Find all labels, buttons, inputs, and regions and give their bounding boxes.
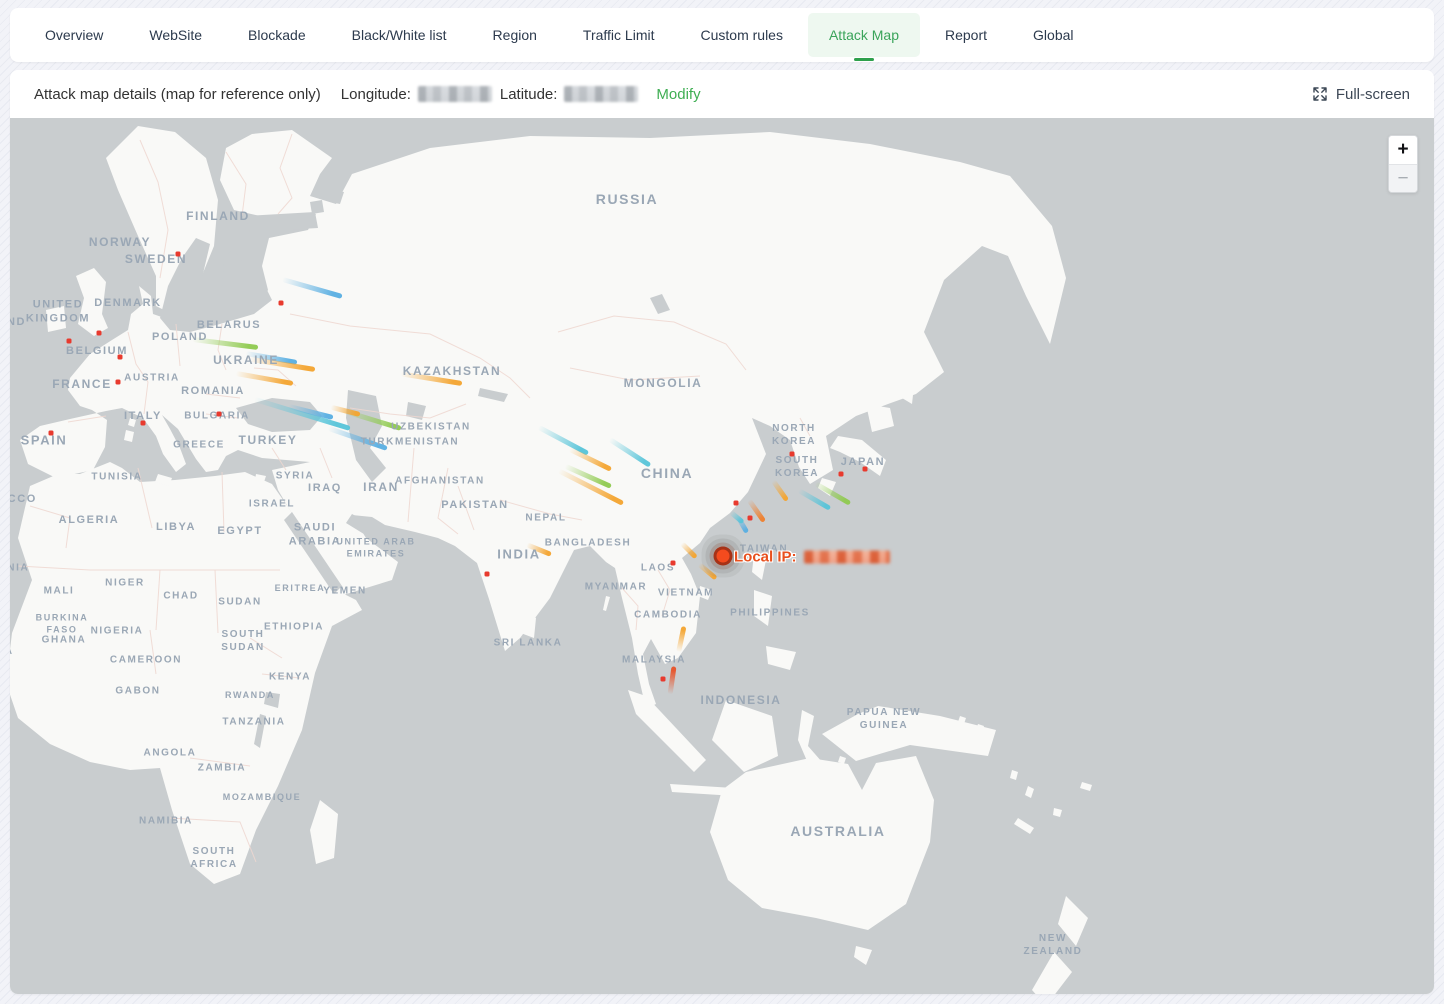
attack-map-page: OverviewWebSiteBlockadeBlack/White listR…	[0, 0, 1444, 1004]
content-card: Attack map details (map for reference on…	[10, 70, 1434, 994]
fullscreen-icon	[1312, 86, 1328, 102]
attack-source-dot	[118, 355, 123, 360]
tab-custom-rules[interactable]: Custom rules	[680, 13, 804, 57]
longitude-value-blurred	[418, 86, 492, 102]
local-ip-label: Local IP:	[734, 549, 797, 566]
attack-source-dot	[49, 431, 54, 436]
attack-source-dot	[839, 472, 844, 477]
tab-blockade[interactable]: Blockade	[227, 13, 327, 57]
attack-source-dot	[67, 339, 72, 344]
latitude-label: Latitude:	[500, 86, 558, 103]
attack-source-dot	[116, 380, 121, 385]
nav-tab-bar: OverviewWebSiteBlockadeBlack/White listR…	[10, 8, 1434, 62]
attack-source-dot	[790, 452, 795, 457]
attack-source-dot	[671, 561, 676, 566]
attack-source-dot	[279, 301, 284, 306]
fullscreen-label: Full-screen	[1336, 86, 1410, 103]
attack-source-dot	[734, 501, 739, 506]
map-zoom-control: + −	[1388, 135, 1418, 193]
latitude-value-blurred	[564, 86, 638, 102]
tab-global[interactable]: Global	[1012, 13, 1094, 57]
tab-report[interactable]: Report	[924, 13, 1008, 57]
attack-source-dot	[217, 412, 222, 417]
tab-traffic-limit[interactable]: Traffic Limit	[562, 13, 676, 57]
modify-link[interactable]: Modify	[656, 86, 700, 103]
attack-source-dot	[661, 677, 666, 682]
map-stage[interactable]: RUSSIAFINLANDNORWAYSWEDENDENMARKUNITED K…	[10, 118, 1434, 994]
local-ip-marker[interactable]	[717, 550, 730, 563]
local-ip-label-group: Local IP:	[734, 549, 890, 566]
longitude-label: Longitude:	[341, 86, 411, 103]
tab-region[interactable]: Region	[472, 13, 558, 57]
tab-attack-map[interactable]: Attack Map	[808, 13, 920, 57]
attack-source-dot	[748, 516, 753, 521]
attack-source-dot	[97, 331, 102, 336]
page-title: Attack map details (map for reference on…	[34, 86, 321, 103]
attack-source-dot	[863, 467, 868, 472]
tab-website[interactable]: WebSite	[128, 13, 223, 57]
attack-source-dot	[176, 252, 181, 257]
coordinates-group: Longitude: Latitude: Modify	[341, 86, 701, 103]
zoom-in-button[interactable]: +	[1389, 136, 1417, 164]
local-ip-value-blurred	[804, 551, 890, 564]
map-toolbar: Attack map details (map for reference on…	[10, 70, 1434, 118]
zoom-out-button[interactable]: −	[1389, 164, 1417, 192]
tab-overview[interactable]: Overview	[24, 13, 124, 57]
tab-black-white-list[interactable]: Black/White list	[331, 13, 468, 57]
attack-source-dot	[141, 421, 146, 426]
fullscreen-button[interactable]: Full-screen	[1312, 86, 1410, 103]
attack-source-dot	[485, 572, 490, 577]
